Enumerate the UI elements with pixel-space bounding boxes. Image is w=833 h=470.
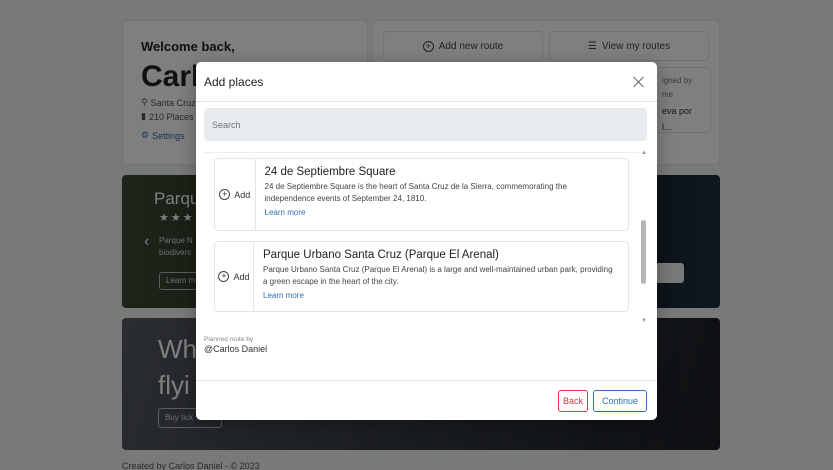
learn-more-link[interactable]: Learn more	[265, 208, 619, 217]
place-body: Parque Urbano Santa Cruz (Parque El Aren…	[254, 242, 628, 311]
learn-more-link[interactable]: Learn more	[263, 291, 619, 300]
places-scrollbar[interactable]: ▲ ▼	[639, 150, 649, 324]
continue-button[interactable]: Continue	[593, 390, 647, 412]
planned-by-label: Planned route by	[204, 336, 254, 343]
place-body: 24 de Septiembre Square 24 de Septiembre…	[256, 159, 628, 230]
place-description: Parque Urbano Santa Cruz (Parque El Aren…	[263, 265, 613, 286]
plus-circle-icon: +	[219, 189, 231, 200]
add-label: Add	[233, 271, 250, 282]
add-places-modal: Add places + Add 24 de Septiembre Square…	[196, 62, 657, 420]
add-label: Add	[234, 189, 251, 200]
add-place-button[interactable]: + Add	[215, 159, 256, 230]
place-name: 24 de Septiembre Square	[264, 166, 396, 178]
scroll-up-arrow-icon[interactable]: ▲	[641, 150, 647, 156]
back-button[interactable]: Back	[558, 390, 588, 412]
scroll-down-arrow-icon[interactable]: ▼	[641, 318, 647, 324]
planned-by-user: @Carlos Daniel	[204, 344, 268, 354]
modal-title: Add places	[204, 74, 264, 89]
place-card: + Add 24 de Septiembre Square 24 de Sept…	[214, 158, 629, 231]
place-description: 24 de Septiembre Square is the heart of …	[264, 182, 567, 203]
plus-circle-icon: +	[218, 271, 230, 282]
planned-by: Planned route by @Carlos Daniel	[204, 336, 267, 354]
place-card: + Add Parque Urbano Santa Cruz (Parque E…	[214, 241, 629, 312]
close-icon[interactable]	[631, 74, 647, 90]
modal-header: Add places	[196, 62, 657, 102]
place-name: Parque Urbano Santa Cruz (Parque El Aren…	[263, 249, 499, 261]
scrollbar-thumb[interactable]	[641, 220, 646, 284]
search-input[interactable]	[204, 108, 647, 141]
places-list: + Add 24 de Septiembre Square 24 de Sept…	[204, 152, 647, 322]
add-place-button[interactable]: + Add	[215, 242, 254, 311]
modal-footer: Back Continue	[196, 380, 657, 420]
